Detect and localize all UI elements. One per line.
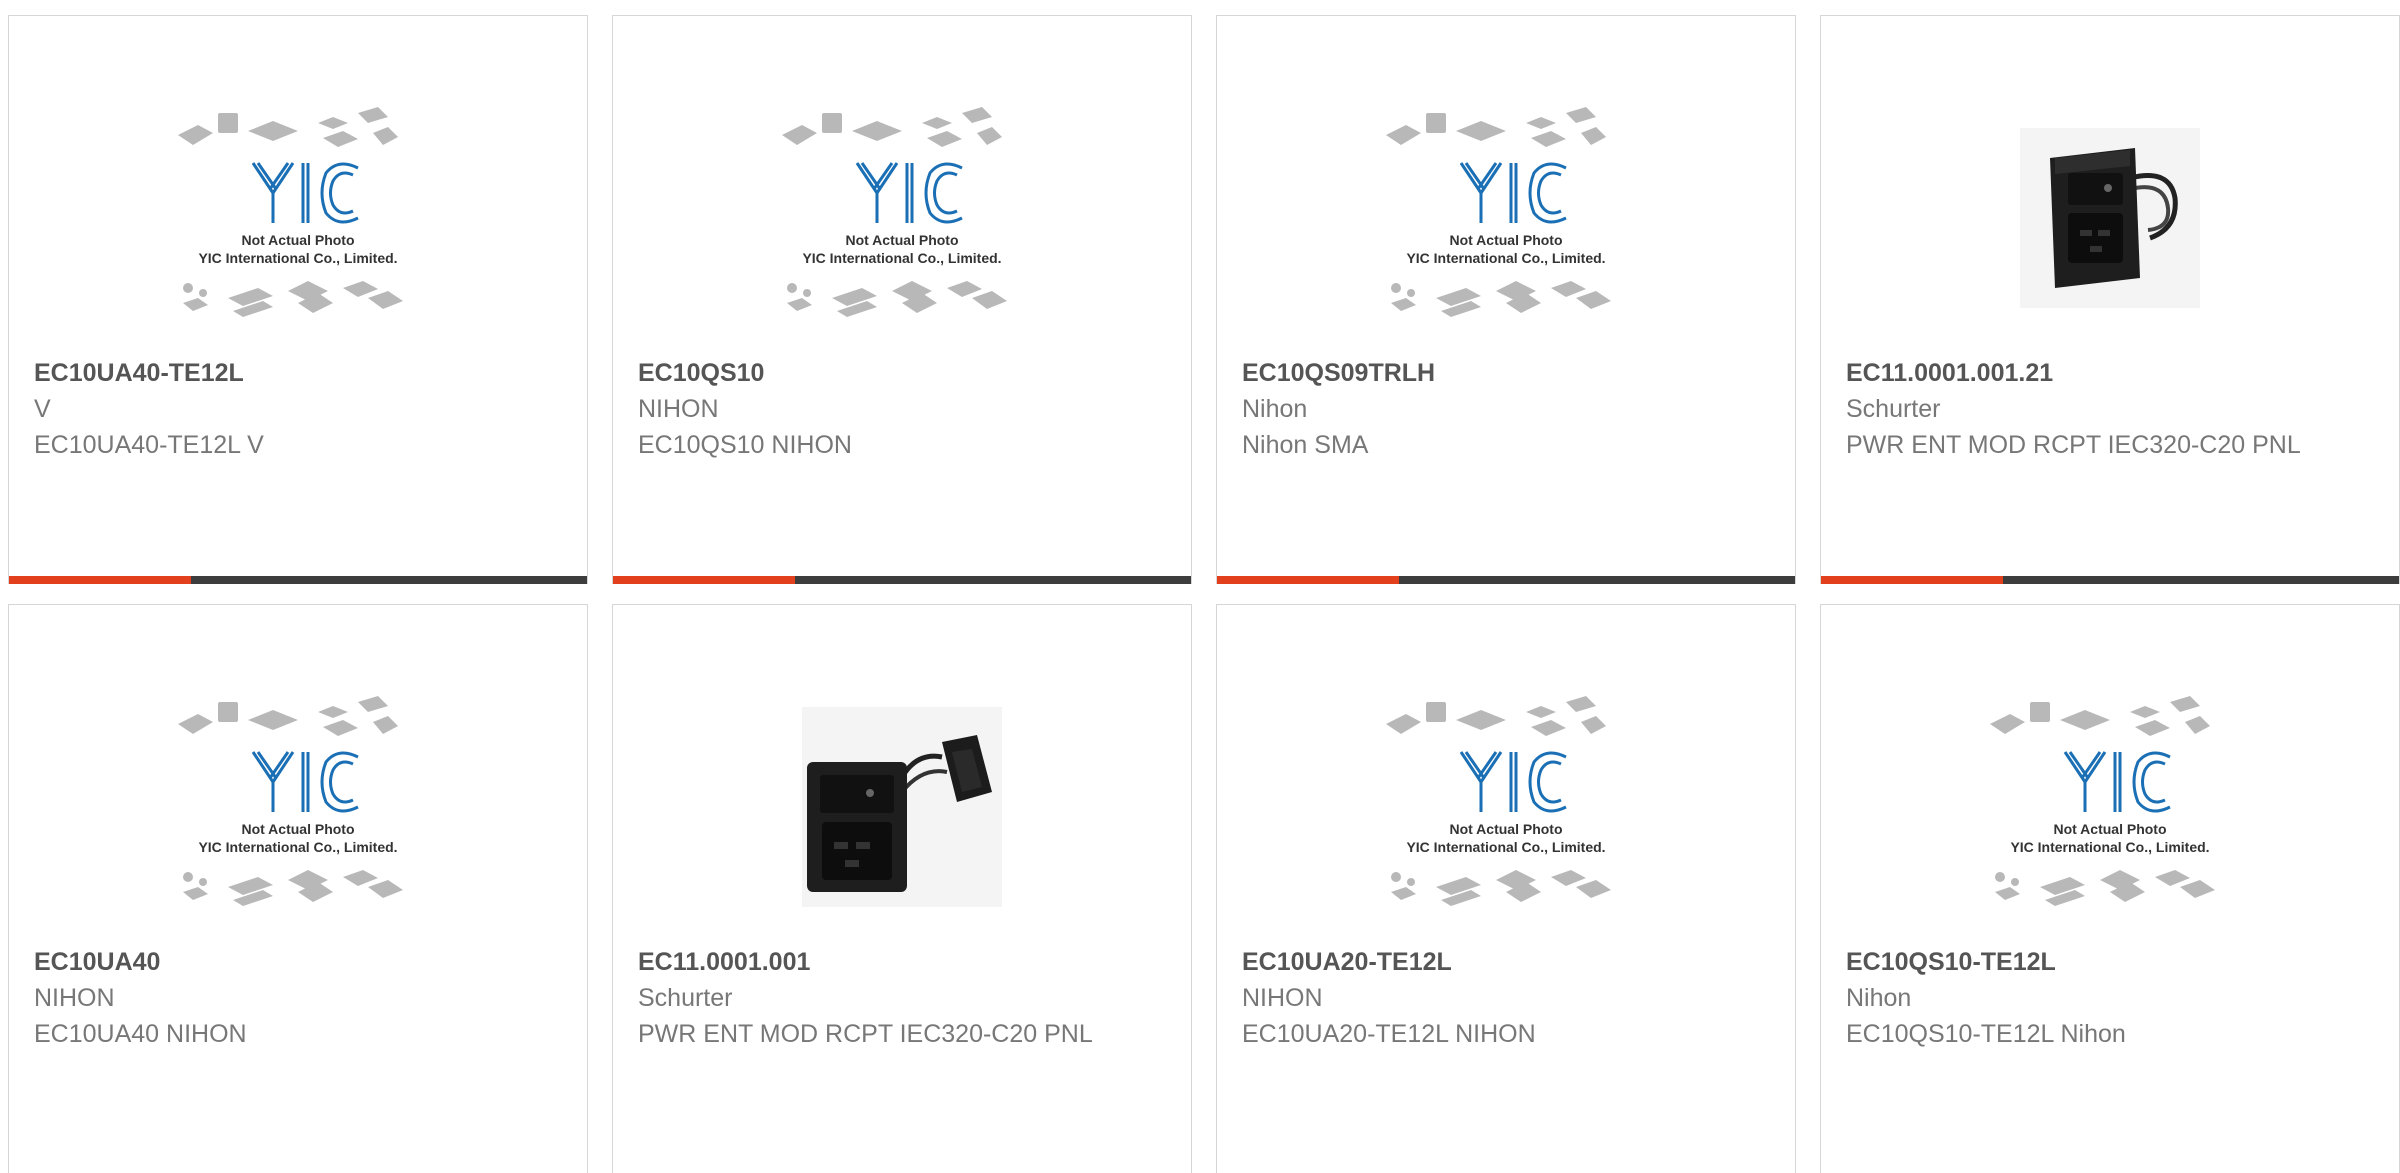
power-entry-module-image [2020, 128, 2200, 308]
yic-placeholder-image: Not Actual Photo YIC International Co., … [1990, 696, 2215, 906]
manufacturer: Nihon [1242, 395, 1308, 423]
manufacturer: NIHON [34, 984, 115, 1012]
description: EC10QS10-TE12L Nihon [1846, 1020, 2126, 1048]
description: Nihon SMA [1242, 431, 1369, 459]
description: EC10QS10 NIHON [638, 431, 852, 459]
card-bottom-bar [1821, 576, 2399, 584]
card-bottom-bar [613, 576, 1191, 584]
yic-placeholder-image: Not Actual Photo YIC International Co., … [178, 107, 403, 317]
yic-placeholder-image: Not Actual Photo YIC International Co., … [1386, 107, 1611, 317]
product-card[interactable]: Not Actual Photo YIC International Co., … [612, 15, 1192, 584]
placeholder-line2: YIC International Co., Limited. [198, 250, 397, 266]
description: EC10UA20-TE12L NIHON [1242, 1020, 1536, 1048]
product-image[interactable]: Not Actual Photo YIC International Co., … [9, 667, 587, 947]
part-number[interactable]: EC10QS10 [638, 355, 1098, 391]
manufacturer: NIHON [1242, 984, 1323, 1012]
product-image[interactable]: Not Actual Photo YIC International Co., … [1217, 667, 1795, 947]
part-number[interactable]: EC10UA40-TE12L [34, 355, 494, 391]
manufacturer: Schurter [638, 984, 733, 1012]
manufacturer: Nihon [1846, 984, 1912, 1012]
product-card[interactable]: Not Actual Photo YIC International Co., … [1820, 604, 2400, 1173]
product-image[interactable]: Not Actual Photo YIC International Co., … [1217, 78, 1795, 358]
placeholder-line2: YIC International Co., Limited. [1406, 839, 1605, 855]
manufacturer: Schurter [1846, 395, 1941, 423]
power-entry-module-side-image [802, 707, 1002, 907]
manufacturer: NIHON [638, 395, 719, 423]
yic-placeholder-image: Not Actual Photo YIC International Co., … [178, 696, 403, 906]
placeholder-line1: Not Actual Photo [241, 232, 354, 248]
manufacturer: V [34, 395, 51, 423]
product-card[interactable]: EC11.0001.001.21 Schurter PWR ENT MOD RC… [1820, 15, 2400, 584]
description: PWR ENT MOD RCPT IEC320-C20 PNL [638, 1020, 1093, 1048]
product-card[interactable]: EC11.0001.001 Schurter PWR ENT MOD RCPT … [612, 604, 1192, 1173]
part-number[interactable]: EC10QS09TRLH [1242, 355, 1702, 391]
product-card[interactable]: Not Actual Photo YIC International Co., … [8, 15, 588, 584]
part-number[interactable]: EC10UA40 [34, 944, 494, 980]
part-number[interactable]: EC11.0001.001 [638, 944, 1098, 980]
product-image[interactable]: Not Actual Photo YIC International Co., … [613, 78, 1191, 358]
placeholder-line1: Not Actual Photo [1449, 232, 1562, 248]
yic-placeholder-image: Not Actual Photo YIC International Co., … [782, 107, 1007, 317]
placeholder-line2: YIC International Co., Limited. [1406, 250, 1605, 266]
yic-placeholder-image: Not Actual Photo YIC International Co., … [1386, 696, 1611, 906]
card-bottom-bar [9, 576, 587, 584]
placeholder-line1: Not Actual Photo [1449, 821, 1562, 837]
product-image[interactable] [1821, 78, 2399, 358]
card-bottom-bar [1217, 576, 1795, 584]
description: EC10UA40 NIHON [34, 1020, 247, 1048]
part-number[interactable]: EC10UA20-TE12L [1242, 944, 1702, 980]
product-image[interactable]: Not Actual Photo YIC International Co., … [9, 78, 587, 358]
product-card[interactable]: Not Actual Photo YIC International Co., … [8, 604, 588, 1173]
placeholder-line2: YIC International Co., Limited. [2010, 839, 2209, 855]
placeholder-line2: YIC International Co., Limited. [802, 250, 1001, 266]
product-card[interactable]: Not Actual Photo YIC International Co., … [1216, 604, 1796, 1173]
placeholder-line1: Not Actual Photo [845, 232, 958, 248]
part-number[interactable]: EC11.0001.001.21 [1846, 355, 2306, 391]
product-image[interactable] [613, 667, 1191, 947]
description: EC10UA40-TE12L V [34, 431, 264, 459]
placeholder-line2: YIC International Co., Limited. [198, 839, 397, 855]
description: PWR ENT MOD RCPT IEC320-C20 PNL [1846, 431, 2301, 459]
product-grid: Not Actual Photo YIC International Co., … [8, 15, 2400, 1173]
product-image[interactable]: Not Actual Photo YIC International Co., … [1821, 667, 2399, 947]
part-number[interactable]: EC10QS10-TE12L [1846, 944, 2306, 980]
product-card[interactable]: Not Actual Photo YIC International Co., … [1216, 15, 1796, 584]
placeholder-line1: Not Actual Photo [2053, 821, 2166, 837]
placeholder-line1: Not Actual Photo [241, 821, 354, 837]
